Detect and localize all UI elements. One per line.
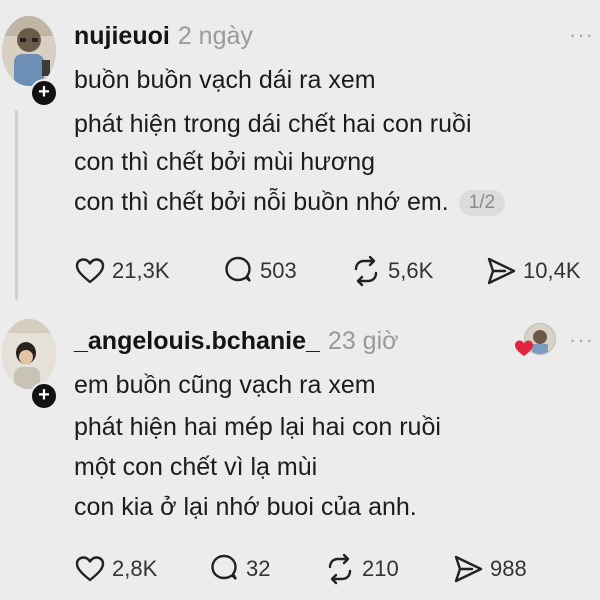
post-text-line: buồn buồn vạch dái ra xem xyxy=(74,66,376,94)
post-text-line: con thì chết bởi mùi hương xyxy=(74,148,376,176)
username[interactable]: _angelouis.bchanie_ 23 giờ xyxy=(74,327,399,356)
heart-icon xyxy=(75,258,105,284)
repost-icon xyxy=(328,553,352,585)
username-text[interactable]: nujieuoi xyxy=(74,22,170,50)
heart-badge-icon xyxy=(515,340,533,356)
share-button[interactable]: 988 xyxy=(452,551,527,587)
thread-post: + nujieuoi 2 ngày ··· buồn buồn vạch dái … xyxy=(0,0,600,305)
post-text-line: một con chết vì lạ mùi xyxy=(74,453,318,481)
repost-button[interactable]: 210 xyxy=(324,551,399,587)
share-icon xyxy=(454,555,483,583)
share-count: 10,4K xyxy=(523,258,581,283)
avatar[interactable] xyxy=(2,319,56,389)
post-text-line-last: con thì chết bởi nỗi buồn nhớ em. xyxy=(74,188,449,216)
more-icon[interactable]: ··· xyxy=(569,22,594,48)
comment-icon xyxy=(225,256,251,282)
action-bar: 21,3K 503 5,6K 10,4K xyxy=(0,253,600,289)
share-icon xyxy=(487,257,516,285)
like-button[interactable]: 21,3K xyxy=(74,253,170,289)
page-indicator[interactable]: 1/2 xyxy=(458,190,506,217)
repost-count: 210 xyxy=(362,556,399,581)
like-count: 2,8K xyxy=(112,556,158,581)
comment-button[interactable]: 32 xyxy=(208,551,270,587)
comment-icon xyxy=(211,554,237,580)
comment-count: 503 xyxy=(260,258,297,283)
share-count: 988 xyxy=(490,556,527,581)
repost-icon xyxy=(354,255,378,287)
username[interactable]: nujieuoi 2 ngày xyxy=(74,22,253,51)
thread-post: + _angelouis.bchanie_ 23 giờ ··· em buồn … xyxy=(0,305,600,600)
like-count: 21,3K xyxy=(112,258,170,283)
like-button[interactable]: 2,8K xyxy=(74,551,157,587)
action-bar: 2,8K 32 210 988 xyxy=(0,551,600,587)
post-text-line: con thì chết bởi nỗi buồn nhớ em. 1/2 xyxy=(74,188,506,217)
more-icon[interactable]: ··· xyxy=(569,327,594,353)
post-text-line: phát hiện trong dái chết hai con ruồi xyxy=(74,110,472,138)
post-text-line: phát hiện hai mép lại hai con ruồi xyxy=(74,413,441,441)
post-text-line: con kia ở lại nhớ buoi của anh. xyxy=(74,493,417,521)
share-button[interactable]: 10,4K xyxy=(485,253,581,289)
repost-button[interactable]: 5,6K xyxy=(350,253,433,289)
post-text-line: em buồn cũng vạch ra xem xyxy=(74,371,376,399)
username-text[interactable]: _angelouis.bchanie_ xyxy=(74,327,320,355)
avatar[interactable] xyxy=(2,16,56,86)
follow-plus-icon[interactable]: + xyxy=(30,382,58,410)
comment-button[interactable]: 503 xyxy=(222,253,297,289)
follow-plus-icon[interactable]: + xyxy=(30,79,58,107)
heart-icon xyxy=(75,556,105,582)
repost-count: 5,6K xyxy=(388,258,434,283)
post-time: 23 giờ xyxy=(327,327,399,355)
post-time: 2 ngày xyxy=(177,22,253,50)
comment-count: 32 xyxy=(246,556,271,581)
